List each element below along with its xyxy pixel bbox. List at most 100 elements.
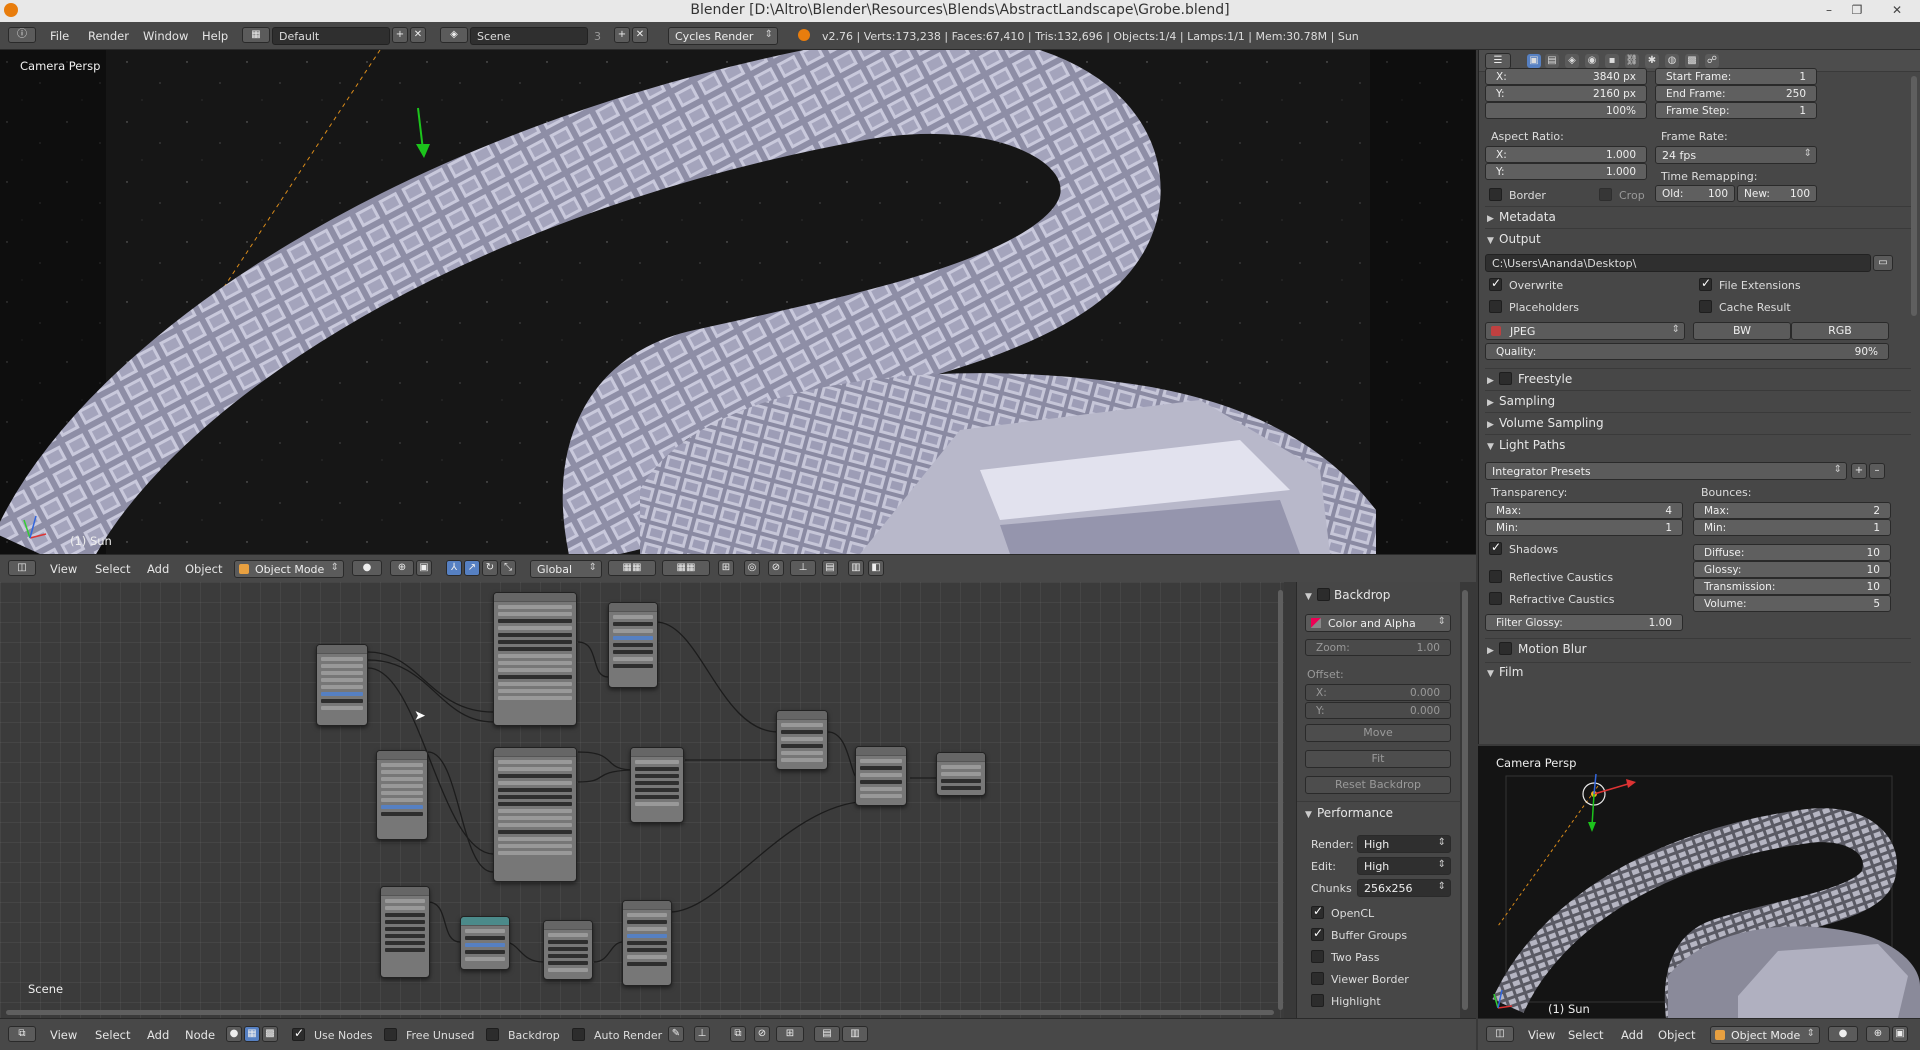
cam-overlay-icon[interactable]: ▣ <box>1892 1026 1908 1042</box>
fit-button[interactable]: Fit <box>1305 750 1451 768</box>
orientation-dropdown[interactable]: Global <box>530 560 602 578</box>
defocus-node-2[interactable] <box>493 747 577 882</box>
placeholders-checkbox[interactable] <box>1489 300 1502 313</box>
layers-grid-2-icon[interactable]: ▦▦ <box>662 560 710 576</box>
blur-node-1[interactable] <box>608 602 658 688</box>
bounces-min-field[interactable]: Min: 1 <box>1693 519 1891 536</box>
resolution-y-field[interactable]: Y: 2160 px <box>1485 85 1647 102</box>
hue-saturation-node[interactable] <box>543 920 593 980</box>
volume-bounces-field[interactable]: Volume: 5 <box>1693 595 1891 612</box>
offset-y-field[interactable]: Y: 0.000 <box>1305 702 1451 719</box>
use-nodes-checkbox[interactable] <box>292 1026 305 1041</box>
node-snap-element-icon[interactable]: ⊞ <box>776 1026 804 1042</box>
light-paths-section-header[interactable]: ▼ Light Paths <box>1487 438 1565 452</box>
buffer-groups-checkbox[interactable] <box>1311 926 1324 941</box>
node-editor-vscrollbar[interactable] <box>1278 590 1283 1010</box>
start-frame-field[interactable]: Start Frame: 1 <box>1655 68 1817 85</box>
mode-dropdown[interactable]: Object Mode <box>234 560 344 578</box>
close-icon[interactable]: ✕ <box>1886 0 1908 22</box>
viewer-border-checkbox[interactable] <box>1311 972 1324 985</box>
maximize-icon[interactable]: ❐ <box>1846 0 1868 22</box>
volume-sampling-section-header[interactable]: ▶ Volume Sampling <box>1487 416 1604 430</box>
snap-target-icon[interactable]: ⊥ <box>694 1026 710 1042</box>
node-render-icon[interactable]: ▤ <box>814 1026 840 1042</box>
frame-step-field[interactable]: Frame Step: 1 <box>1655 102 1817 119</box>
minimize-icon[interactable]: – <box>1818 0 1840 22</box>
proportional-edit-icon[interactable]: ◎ <box>744 560 760 576</box>
node-menu-select[interactable]: Select <box>95 1028 130 1042</box>
scale-manipulator-icon[interactable]: ⤡ <box>500 560 516 576</box>
scale-node[interactable] <box>460 916 510 970</box>
remove-scene-icon[interactable]: ✕ <box>632 27 648 43</box>
auto-render-checkbox[interactable] <box>572 1028 585 1041</box>
render-layers-node[interactable] <box>316 644 368 726</box>
node-menu-add[interactable]: Add <box>147 1028 169 1042</box>
mix-add-node[interactable] <box>776 710 828 770</box>
render-layers-tab-icon[interactable]: ▤ <box>1545 54 1559 68</box>
layers-grid-icon[interactable]: ▦▦ <box>608 560 656 576</box>
physics-tab-icon[interactable]: ☍ <box>1705 54 1719 68</box>
output-path-field[interactable]: C:\Users\Ananda\Desktop\ <box>1485 254 1871 272</box>
menu-add[interactable]: Add <box>147 562 169 576</box>
menu-window[interactable]: Window <box>143 29 188 43</box>
file-extensions-checkbox[interactable] <box>1699 276 1712 291</box>
transparency-min-field[interactable]: Min: 1 <box>1485 519 1683 536</box>
3d-viewport[interactable]: Camera Persp (1) Sun <box>0 50 1476 554</box>
color-bw-button[interactable]: BW <box>1693 322 1791 340</box>
integrator-presets-dropdown[interactable]: Integrator Presets <box>1485 462 1847 480</box>
menu-file[interactable]: File <box>50 29 69 43</box>
free-unused-checkbox[interactable] <box>384 1028 397 1041</box>
material-tab-icon[interactable]: ◍ <box>1665 54 1679 68</box>
npanel-scrollbar[interactable] <box>1462 590 1468 1010</box>
snap-element-icon[interactable]: ⊥ <box>790 560 816 576</box>
edit-quality-dropdown[interactable]: High <box>1357 857 1451 875</box>
chunks-dropdown[interactable]: 256x256 <box>1357 879 1451 897</box>
diffuse-bounces-field[interactable]: Diffuse: 10 <box>1693 544 1891 561</box>
cache-result-checkbox[interactable] <box>1699 300 1712 313</box>
node-menu-view[interactable]: View <box>50 1028 77 1042</box>
copy-nodes-icon[interactable]: ⧉ <box>730 1026 746 1042</box>
shading-solid-icon[interactable]: ● <box>352 560 382 576</box>
resolution-percent-field[interactable]: 100% <box>1485 102 1647 119</box>
backdrop-section-header[interactable]: ▼ Backdrop <box>1305 588 1390 602</box>
editor-type-3d-icon[interactable]: ◫ <box>8 560 36 576</box>
move-button[interactable]: Move <box>1305 724 1451 742</box>
paste-nodes-icon[interactable]: ⊘ <box>754 1026 770 1042</box>
file-browse-icon[interactable]: ▭ <box>1873 255 1893 271</box>
render-layers-node-3[interactable] <box>380 886 430 978</box>
render-layers-node-2[interactable] <box>376 750 428 840</box>
menu-select[interactable]: Select <box>95 562 130 576</box>
editor-type-info-icon[interactable]: ⓘ <box>8 27 36 43</box>
backdrop-toggle-checkbox[interactable] <box>486 1028 499 1041</box>
add-preset-icon[interactable]: + <box>1851 463 1867 479</box>
frame-rate-dropdown[interactable]: 24 fps <box>1655 146 1817 164</box>
composite-node[interactable] <box>936 752 986 796</box>
reset-backdrop-button[interactable]: Reset Backdrop <box>1305 776 1451 794</box>
output-section-header[interactable]: ▼ Output <box>1487 232 1541 246</box>
cam-mode-dropdown[interactable]: Object Mode <box>1710 1026 1820 1044</box>
world-tab-icon[interactable]: ◉ <box>1585 54 1599 68</box>
add-scene-icon[interactable]: + <box>614 27 630 43</box>
constraints-tab-icon[interactable]: ⛓ <box>1625 54 1639 68</box>
quality-slider[interactable]: Quality: 90% <box>1485 343 1889 360</box>
aspect-y-field[interactable]: Y: 1.000 <box>1485 163 1647 180</box>
menu-render[interactable]: Render <box>88 29 129 43</box>
editor-type-node-icon[interactable]: ⧉ <box>8 1026 36 1042</box>
scene-tab-icon[interactable]: ◈ <box>1565 54 1579 68</box>
snap-node-icon[interactable]: ✎ <box>668 1026 684 1042</box>
filter-glossy-field[interactable]: Filter Glossy: 1.00 <box>1485 614 1683 631</box>
render-quality-dropdown[interactable]: High <box>1357 835 1451 853</box>
motion-blur-section-header[interactable]: ▶ Motion Blur <box>1487 642 1587 656</box>
defocus-node-1[interactable] <box>493 592 577 726</box>
object-tab-icon[interactable]: ▪ <box>1605 54 1619 68</box>
add-layout-icon[interactable]: + <box>392 27 408 43</box>
cam-menu-view[interactable]: View <box>1528 1028 1555 1042</box>
crop-checkbox[interactable] <box>1599 188 1612 201</box>
reflective-caustics-checkbox[interactable] <box>1489 570 1502 583</box>
compositing-nodes-icon[interactable]: ▦ <box>244 1026 260 1042</box>
file-format-dropdown[interactable]: JPEG <box>1485 322 1685 340</box>
bounces-max-field[interactable]: Max: 2 <box>1693 502 1891 519</box>
screen-layout-icon[interactable]: ▦ <box>242 27 270 43</box>
aspect-x-field[interactable]: X: 1.000 <box>1485 146 1647 163</box>
backdrop-channels-dropdown[interactable]: Color and Alpha <box>1305 614 1451 632</box>
